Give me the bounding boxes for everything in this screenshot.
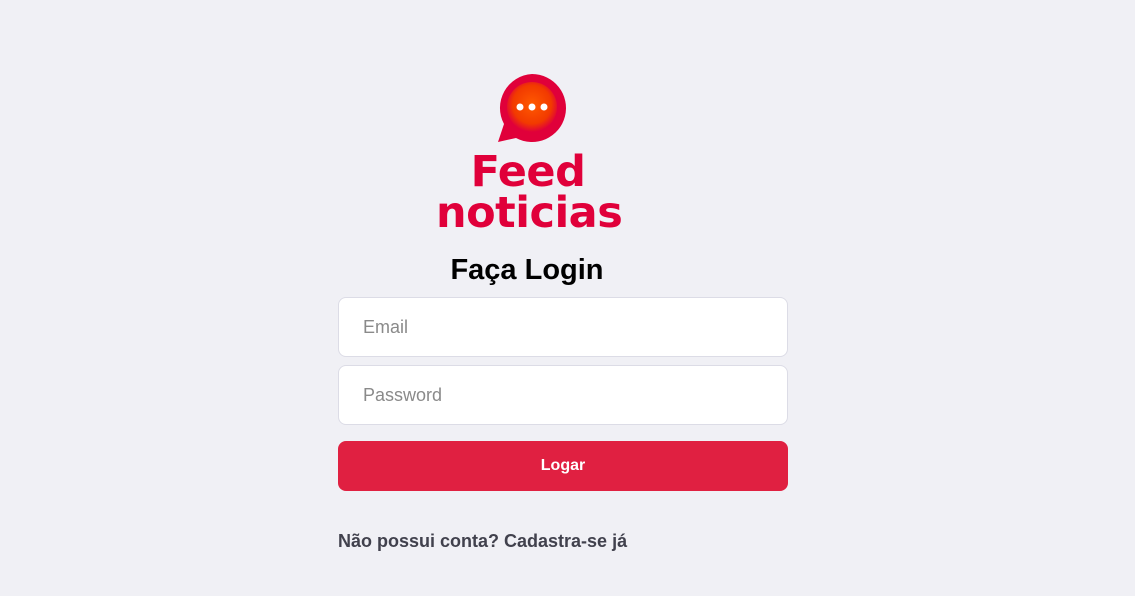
brand-logo: Feed noticias (436, 72, 623, 238)
login-button[interactable]: Logar (338, 441, 788, 491)
login-page: Feed noticias Faça Login Logar Não possu… (0, 0, 1135, 596)
page-title: Faça Login (450, 254, 604, 286)
email-field[interactable] (338, 297, 788, 357)
password-field[interactable] (338, 365, 788, 425)
register-link[interactable]: Não possui conta? Cadastra-se já (338, 531, 627, 552)
chat-bubble-icon (498, 74, 566, 142)
brand-name-line2: noticias (436, 188, 623, 238)
